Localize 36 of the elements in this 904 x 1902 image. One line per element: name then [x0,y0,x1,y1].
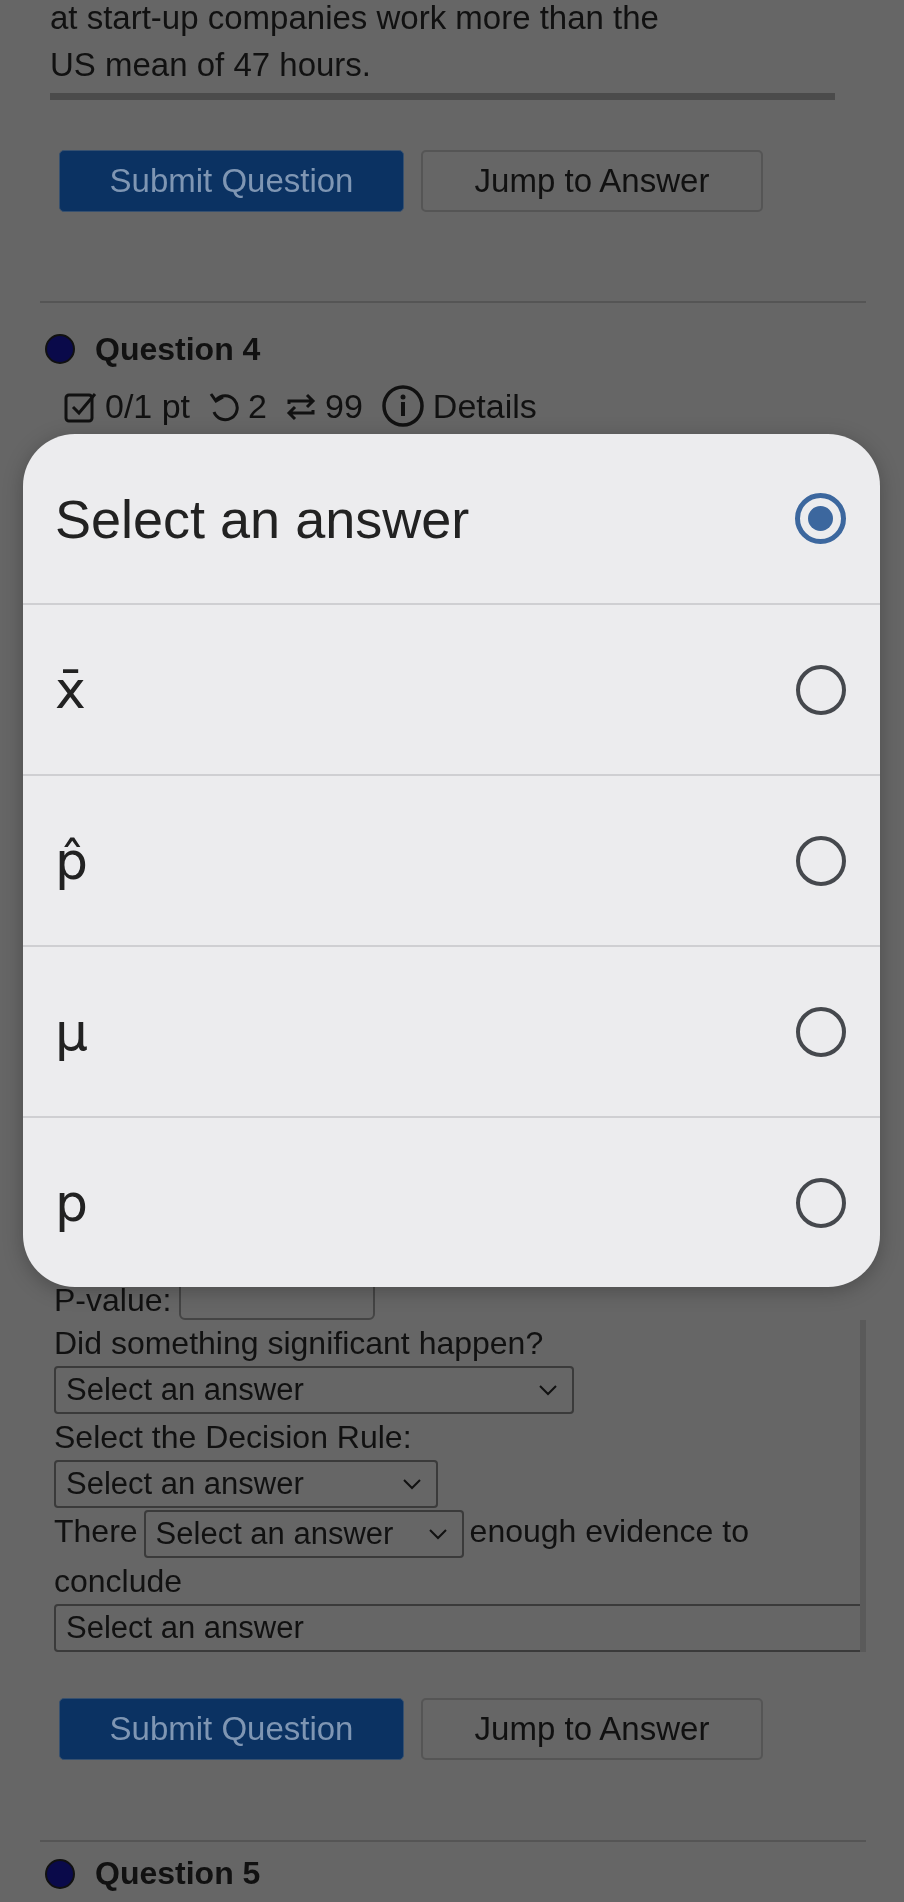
select-dropdown[interactable]: Select an answer [54,1603,860,1652]
chevron-down-icon [427,1526,448,1541]
status-dot [45,334,75,364]
attempts-count: 99 [325,386,363,426]
chevron-down-icon [402,1477,422,1491]
picker-option[interactable]: x̄ [23,603,880,774]
radio-button[interactable] [796,835,846,886]
select-dropdown[interactable]: Select an answer [54,1460,438,1508]
radio-button[interactable] [796,1177,846,1228]
sentence-text: enough evidence to [469,1513,749,1549]
radio-button[interactable] [796,664,846,715]
picker-option[interactable]: μ [23,945,880,1116]
submit-button[interactable]: Submit Question [59,150,404,212]
details-link[interactable]: Details [432,386,537,426]
jump-button[interactable]: Jump to Answer [421,1697,763,1760]
status-dot [45,1858,75,1889]
picker-option[interactable]: p [23,1116,880,1287]
picker-option[interactable]: p̂ [23,774,880,945]
jump-button[interactable]: Jump to Answer [421,150,763,212]
select-dropdown[interactable]: Select an answer [54,1366,574,1414]
field-label: conclude [54,1561,184,1601]
question-title: Question 5 [95,1855,261,1893]
chevron-down-icon [538,1383,558,1397]
radio-button[interactable] [795,493,846,544]
question-title: Question 4 [95,330,261,368]
info-icon [380,384,425,428]
retries-count: 2 [248,386,267,426]
radio-button[interactable] [796,1006,846,1057]
field-label: Did something significant happen? [54,1324,545,1363]
select-dropdown[interactable]: Select an answer [143,1509,464,1558]
submit-button[interactable]: Submit Question [59,1697,404,1760]
sentence-text: There [54,1513,138,1549]
picker-option[interactable]: Select an answer [23,434,880,603]
field-label: Select the Decision Rule: [54,1418,413,1457]
score-text: 0/1 pt [105,386,191,426]
question-text: at start-up companies work more than the US mean of 47 hours. [50,0,660,85]
